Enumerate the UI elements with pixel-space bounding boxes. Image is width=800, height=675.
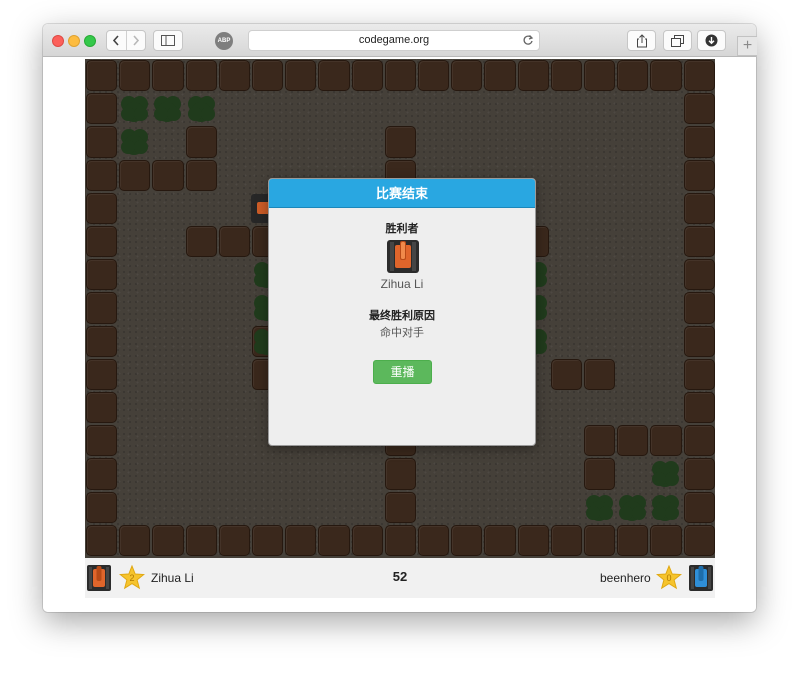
browser-toolbar: ABP codegame.org [43,24,756,57]
downloads-icon [705,34,718,47]
sidebar-icon [161,35,175,46]
back-icon [113,35,120,46]
minimize-window-button[interactable] [68,35,80,47]
share-button[interactable] [627,30,656,51]
win-reason-label: 最终胜利原因 [369,310,435,322]
new-tab-button[interactable]: + [737,36,757,56]
score-bar: 2 Zihua Li 52 beenhero 0 [85,558,715,598]
adblock-extension-icon[interactable]: ABP [215,32,233,50]
browser-window: ABP codegame.org 比赛结束 胜利者 Zihua Li 最终胜利原… [43,24,756,612]
win-reason-value: 命中对手 [380,327,424,339]
navigation-buttons [106,30,146,51]
zoom-window-button[interactable] [84,35,96,47]
sidebar-button[interactable] [153,30,183,51]
address-bar[interactable]: codegame.org [248,30,540,51]
back-button[interactable] [107,31,126,50]
replay-button[interactable]: 重播 [373,360,432,384]
winner-name: Zihua Li [380,277,424,291]
game-arena: 比赛结束 胜利者 Zihua Li 最终胜利原因 命中对手 重播 [85,59,715,558]
dialog-title: 比赛结束 [269,179,535,208]
tabs-icon [671,34,684,47]
show-tabs-button[interactable] [663,30,692,51]
player-right-tank-icon [689,565,713,591]
winner-label: 胜利者 [385,223,419,235]
page-content: 比赛结束 胜利者 Zihua Li 最终胜利原因 命中对手 重播 2 Zihua… [43,57,756,612]
forward-button[interactable] [125,31,145,50]
forward-icon [133,35,140,46]
close-window-button[interactable] [52,35,64,47]
downloads-button[interactable] [697,30,726,51]
url-text: codegame.org [358,34,430,46]
reload-icon[interactable] [522,34,534,46]
share-icon [636,33,647,47]
player-right-star-badge: 0 [655,564,683,591]
winner-tank-icon [387,240,419,273]
player-right-stars: 0 [666,573,672,583]
player-right-name: beenhero [600,571,651,585]
game-over-dialog: 比赛结束 胜利者 Zihua Li 最终胜利原因 命中对手 重播 [268,178,536,446]
